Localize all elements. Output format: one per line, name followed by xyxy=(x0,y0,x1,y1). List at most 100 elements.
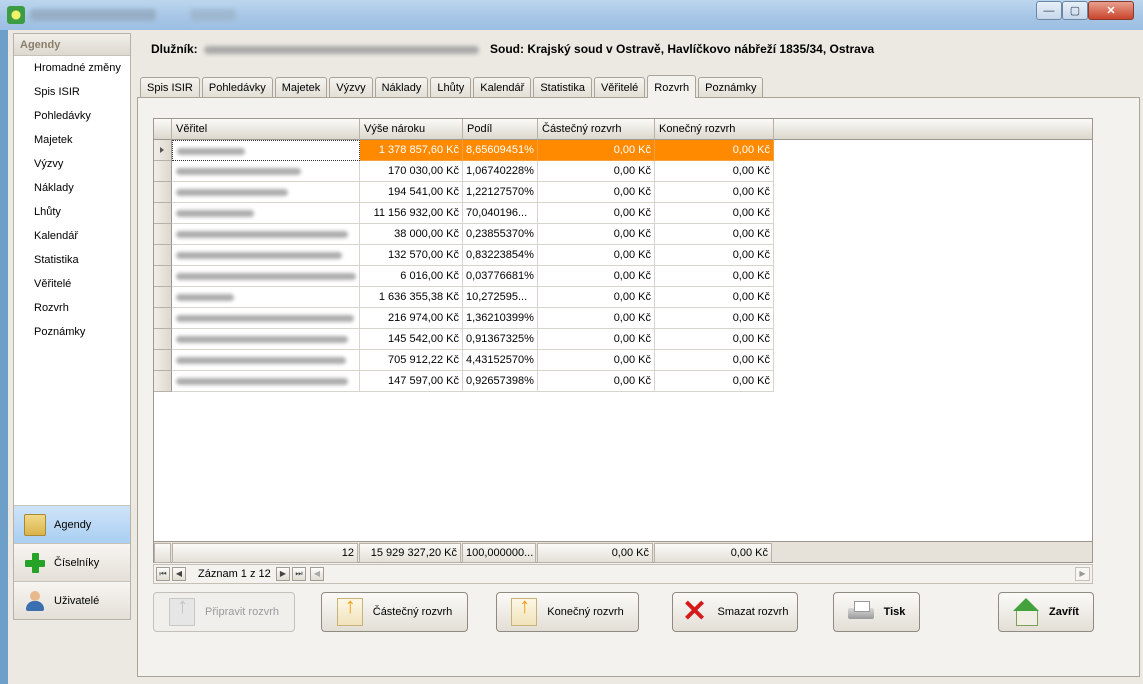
row-indicator[interactable] xyxy=(154,308,172,329)
row-indicator[interactable] xyxy=(154,350,172,371)
claim-amount-cell[interactable]: 1 636 355,38 Kč xyxy=(360,287,463,308)
row-indicator[interactable] xyxy=(154,371,172,392)
claim-amount-cell[interactable]: 194 541,00 Kč xyxy=(360,182,463,203)
scroll-right-button[interactable]: ▶ xyxy=(1075,567,1090,581)
creditor-name-redacted[interactable] xyxy=(172,140,360,161)
final-distribution-cell[interactable]: 0,00 Kč xyxy=(655,140,774,161)
row-indicator[interactable] xyxy=(154,140,172,161)
sidebar-item-kalendar[interactable]: Kalendář xyxy=(14,224,130,248)
share-cell[interactable]: 4,43152570% xyxy=(463,350,538,371)
table-row[interactable]: 6 016,00 Kč 0,03776681% 0,00 Kč 0,00 Kč xyxy=(154,266,774,287)
row-indicator[interactable] xyxy=(154,329,172,350)
final-distribution-cell[interactable]: 0,00 Kč xyxy=(655,329,774,350)
claim-amount-cell[interactable]: 216 974,00 Kč xyxy=(360,308,463,329)
next-record-button[interactable]: ▶ xyxy=(276,567,290,581)
col-vyse-naroku[interactable]: Výše nároku xyxy=(360,119,463,140)
final-distribution-cell[interactable]: 0,00 Kč xyxy=(655,371,774,392)
table-row[interactable]: 1 378 857,60 Kč 8,65609451% 0,00 Kč 0,00 Kč xyxy=(154,140,774,161)
creditor-name-redacted[interactable] xyxy=(172,287,360,308)
first-record-button[interactable]: ⏮ xyxy=(156,567,170,581)
delete-distribution-button[interactable]: ✕ Smazat rozvrh xyxy=(672,592,798,632)
table-row[interactable]: 170 030,00 Kč 1,06740228% 0,00 Kč 0,00 Kč xyxy=(154,161,774,182)
sidebar-item-pohledavky[interactable]: Pohledávky xyxy=(14,104,130,128)
sidebar-item-veritele[interactable]: Věřitelé xyxy=(14,272,130,296)
col-castecny-rozvrh[interactable]: Částečný rozvrh xyxy=(538,119,655,140)
scroll-left-button[interactable]: ◀ xyxy=(310,567,324,581)
maximize-button[interactable]: ▢ xyxy=(1062,1,1088,20)
final-distribution-cell[interactable]: 0,00 Kč xyxy=(655,308,774,329)
creditor-name-redacted[interactable] xyxy=(172,203,360,224)
tab-naklady[interactable]: Náklady xyxy=(374,77,429,98)
table-row[interactable]: 194 541,00 Kč 1,22127570% 0,00 Kč 0,00 Kč xyxy=(154,182,774,203)
final-distribution-cell[interactable]: 0,00 Kč xyxy=(655,224,774,245)
partial-distribution-cell[interactable]: 0,00 Kč xyxy=(538,308,655,329)
sidebar-item-naklady[interactable]: Náklady xyxy=(14,176,130,200)
tab-statistika[interactable]: Statistika xyxy=(533,77,592,98)
final-distribution-cell[interactable]: 0,00 Kč xyxy=(655,245,774,266)
col-konecny-rozvrh[interactable]: Konečný rozvrh xyxy=(655,119,774,140)
creditor-name-redacted[interactable] xyxy=(172,266,360,287)
creditor-name-redacted[interactable] xyxy=(172,350,360,371)
col-podil[interactable]: Podíl xyxy=(463,119,538,140)
share-cell[interactable]: 0,23855370% xyxy=(463,224,538,245)
table-row[interactable]: 705 912,22 Kč 4,43152570% 0,00 Kč 0,00 Kč xyxy=(154,350,774,371)
partial-distribution-cell[interactable]: 0,00 Kč xyxy=(538,350,655,371)
prepare-distribution-button[interactable]: Připravit rozvrh xyxy=(153,592,295,632)
creditor-name-redacted[interactable] xyxy=(172,182,360,203)
partial-distribution-button[interactable]: Částečný rozvrh xyxy=(321,592,468,632)
sidebar-item-lhuty[interactable]: Lhůty xyxy=(14,200,130,224)
tab-kalendar[interactable]: Kalendář xyxy=(473,77,532,98)
final-distribution-cell[interactable]: 0,00 Kč xyxy=(655,182,774,203)
share-cell[interactable]: 0,03776681% xyxy=(463,266,538,287)
share-cell[interactable]: 0,91367325% xyxy=(463,329,538,350)
partial-distribution-cell[interactable]: 0,00 Kč xyxy=(538,266,655,287)
print-button[interactable]: Tisk xyxy=(833,592,920,632)
final-distribution-button[interactable]: Konečný rozvrh xyxy=(496,592,639,632)
row-indicator[interactable] xyxy=(154,245,172,266)
table-row[interactable]: 216 974,00 Kč 1,36210399% 0,00 Kč 0,00 Kč xyxy=(154,308,774,329)
col-veritel[interactable]: Věřitel xyxy=(172,119,360,140)
partial-distribution-cell[interactable]: 0,00 Kč xyxy=(538,371,655,392)
sidebar-item-vyzvy[interactable]: Výzvy xyxy=(14,152,130,176)
partial-distribution-cell[interactable]: 0,00 Kč xyxy=(538,203,655,224)
sidebar-item-rozvrh[interactable]: Rozvrh xyxy=(14,296,130,320)
row-indicator[interactable] xyxy=(154,182,172,203)
final-distribution-cell[interactable]: 0,00 Kč xyxy=(655,266,774,287)
share-cell[interactable]: 70,040196... xyxy=(463,203,538,224)
close-window-button[interactable]: ✕ xyxy=(1088,1,1134,20)
tab-lhuty[interactable]: Lhůty xyxy=(430,77,472,98)
final-distribution-cell[interactable]: 0,00 Kč xyxy=(655,161,774,182)
claim-amount-cell[interactable]: 6 016,00 Kč xyxy=(360,266,463,287)
creditor-name-redacted[interactable] xyxy=(172,245,360,266)
claim-amount-cell[interactable]: 170 030,00 Kč xyxy=(360,161,463,182)
row-indicator[interactable] xyxy=(154,287,172,308)
last-record-button[interactable]: ⏭ xyxy=(292,567,306,581)
table-row[interactable]: 132 570,00 Kč 0,83223854% 0,00 Kč 0,00 Kč xyxy=(154,245,774,266)
partial-distribution-cell[interactable]: 0,00 Kč xyxy=(538,224,655,245)
final-distribution-cell[interactable]: 0,00 Kč xyxy=(655,350,774,371)
tab-vyzvy[interactable]: Výzvy xyxy=(329,77,373,98)
partial-distribution-cell[interactable]: 0,00 Kč xyxy=(538,287,655,308)
final-distribution-cell[interactable]: 0,00 Kč xyxy=(655,287,774,308)
claim-amount-cell[interactable]: 1 378 857,60 Kč xyxy=(360,140,463,161)
share-cell[interactable]: 0,92657398% xyxy=(463,371,538,392)
share-cell[interactable]: 8,65609451% xyxy=(463,140,538,161)
tab-rozvrh[interactable]: Rozvrh xyxy=(647,75,697,98)
table-row[interactable]: 1 636 355,38 Kč 10,272595... 0,00 Kč 0,00 K… xyxy=(154,287,774,308)
claim-amount-cell[interactable]: 38 000,00 Kč xyxy=(360,224,463,245)
row-indicator[interactable] xyxy=(154,266,172,287)
table-row[interactable]: 145 542,00 Kč 0,91367325% 0,00 Kč 0,00 Kč xyxy=(154,329,774,350)
minimize-button[interactable]: — xyxy=(1036,1,1062,20)
claim-amount-cell[interactable]: 705 912,22 Kč xyxy=(360,350,463,371)
section-uzivatele[interactable]: Uživatelé xyxy=(14,581,130,619)
share-cell[interactable]: 1,06740228% xyxy=(463,161,538,182)
creditor-name-redacted[interactable] xyxy=(172,224,360,245)
table-row[interactable]: 147 597,00 Kč 0,92657398% 0,00 Kč 0,00 Kč xyxy=(154,371,774,392)
row-indicator[interactable] xyxy=(154,224,172,245)
creditor-name-redacted[interactable] xyxy=(172,161,360,182)
tab-pohledavky[interactable]: Pohledávky xyxy=(201,77,273,98)
partial-distribution-cell[interactable]: 0,00 Kč xyxy=(538,329,655,350)
sidebar-item-hromadne-zmeny[interactable]: Hromadné změny xyxy=(14,56,130,80)
sidebar-item-statistika[interactable]: Statistika xyxy=(14,248,130,272)
partial-distribution-cell[interactable]: 0,00 Kč xyxy=(538,182,655,203)
